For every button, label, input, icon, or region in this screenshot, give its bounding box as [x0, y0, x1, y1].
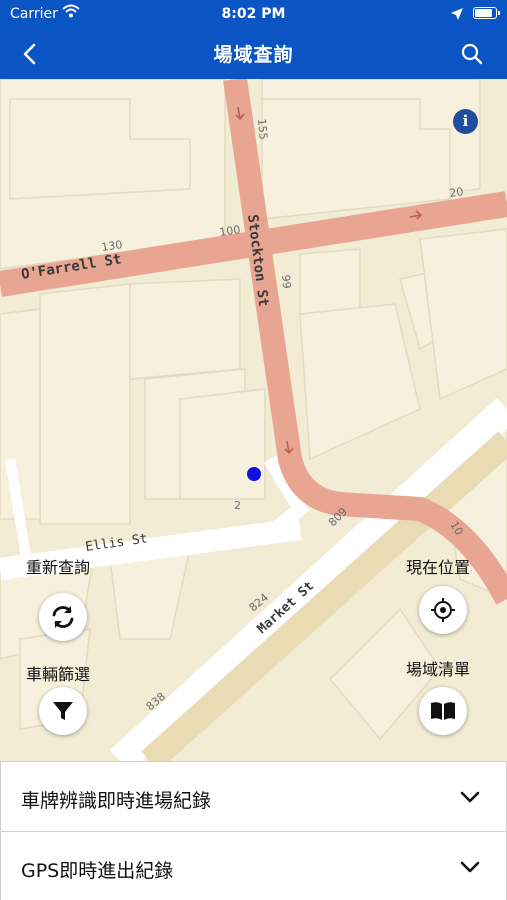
filter-icon — [53, 702, 73, 720]
status-bar: Carrier 8:02 PM — [0, 0, 507, 28]
refresh-icon — [52, 606, 74, 628]
filter-button[interactable] — [39, 687, 87, 735]
site-list-label: 場域清單 — [406, 660, 471, 679]
current-location-button[interactable] — [419, 586, 467, 634]
address-99: 99 — [279, 274, 293, 289]
refresh-label: 重新查詢 — [26, 558, 91, 577]
chevron-down-icon[interactable] — [459, 788, 481, 806]
clock: 8:02 PM — [221, 6, 286, 22]
chevron-down-icon[interactable] — [459, 858, 481, 876]
map-view[interactable]: O'Farrell St Stockton St Ellis St Market… — [0, 79, 507, 761]
filter-label: 車輛篩選 — [26, 665, 91, 684]
vehicle-marker[interactable] — [247, 467, 261, 481]
search-icon — [461, 43, 483, 65]
navigation-bar: 場域查詢 — [0, 28, 507, 79]
current-location-label: 現在位置 — [406, 558, 471, 577]
refresh-button[interactable] — [39, 593, 87, 641]
site-list-button[interactable] — [419, 687, 467, 735]
search-button[interactable] — [458, 40, 486, 68]
book-icon — [431, 702, 455, 720]
crosshair-icon — [431, 598, 455, 622]
location-arrow-icon — [450, 7, 464, 25]
header-bar: Carrier 8:02 PM 場域查詢 — [0, 0, 507, 79]
battery-icon — [473, 7, 500, 19]
plate-recognition-panel[interactable]: 車牌辨識即時進場紀錄 — [0, 761, 507, 831]
page-title: 場域查詢 — [213, 44, 294, 66]
address-20: 20 — [449, 185, 465, 200]
panel-label: GPS即時進出紀錄 — [21, 860, 174, 882]
gps-record-panel[interactable]: GPS即時進出紀錄 — [0, 831, 507, 900]
panel-label: 車牌辨識即時進場紀錄 — [21, 790, 212, 812]
address-155: 155 — [255, 118, 270, 140]
info-icon[interactable]: i — [453, 109, 478, 134]
address-2: 2 — [234, 499, 241, 512]
